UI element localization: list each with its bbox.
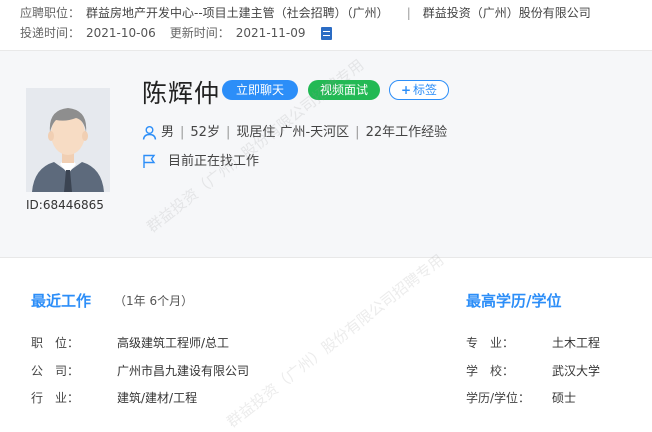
row-value: 武汉大学 bbox=[552, 364, 601, 378]
position-value[interactable]: 群益房地产开发中心--项目土建主管（社会招聘）（广州） bbox=[86, 6, 389, 20]
avatar bbox=[26, 88, 110, 192]
updated-date: 2021-11-09 bbox=[235, 26, 306, 40]
row-value: 硕士 bbox=[552, 391, 577, 405]
tag-label: 标签 bbox=[413, 83, 438, 97]
add-tag-button[interactable]: + 标签 bbox=[389, 80, 449, 100]
resume-icon[interactable] bbox=[321, 27, 333, 40]
experience: 22年工作经验 bbox=[365, 125, 448, 140]
chat-now-button[interactable]: 立即聊天 bbox=[222, 80, 298, 100]
row-value: 土木工程 bbox=[552, 336, 601, 350]
applied-date: 2021-10-06 bbox=[86, 26, 156, 40]
candidate-id: ID:68446865 bbox=[26, 198, 104, 212]
row-label: 公 司： bbox=[31, 364, 80, 378]
age: 52岁 bbox=[190, 125, 220, 140]
candidate-name: 陈辉仲 bbox=[142, 79, 221, 108]
updated-label: 更新时间： bbox=[169, 26, 230, 40]
row-label: 学历/学位： bbox=[466, 391, 531, 405]
recent-work-title: 最近工作 bbox=[31, 292, 92, 310]
row-value: 高级建筑工程师/总工 bbox=[117, 336, 230, 350]
row-label: 学 校： bbox=[466, 364, 515, 378]
row-label: 专 业： bbox=[466, 336, 515, 350]
company-name: 群益投资（广州）股份有限公司 bbox=[422, 6, 591, 20]
row-label: 行 业： bbox=[31, 391, 80, 405]
residence: 现居住 广州-天河区 bbox=[236, 125, 350, 140]
plus-icon: + bbox=[400, 83, 412, 97]
candidate-meta: 男 | 52岁 | 现居住 广州-天河区 | 22年工作经验 bbox=[142, 121, 447, 140]
education-title: 最高学历/学位 bbox=[466, 292, 562, 310]
row-value: 建筑/建材/工程 bbox=[117, 391, 198, 405]
profile-panel: ID:68446865 陈辉仲 立即聊天 视频面试 + 标签 男 | 52岁 | 现居住 … bbox=[0, 51, 652, 258]
row-label: 职 位： bbox=[31, 336, 80, 350]
gender: 男 bbox=[161, 125, 175, 140]
details-panel: 最近工作 （1年 6个月） 职 位： 高级建筑工程师/总工 公 司： 广州市昌九… bbox=[0, 258, 652, 417]
position-line: 应聘职位： 群益房地产开发中心--项目土建主管（社会招聘）（广州） | 群益投资（广州… bbox=[20, 4, 591, 21]
applied-label: 投递时间： bbox=[20, 26, 81, 40]
video-interview-button[interactable]: 视频面试 bbox=[308, 80, 380, 100]
person-icon bbox=[142, 126, 157, 140]
job-status: 目前正在找工作 bbox=[142, 150, 259, 169]
recent-work-duration: （1年 6个月） bbox=[114, 294, 194, 308]
separator: | bbox=[406, 6, 411, 20]
position-label: 应聘职位： bbox=[20, 6, 81, 20]
flag-icon bbox=[143, 154, 156, 168]
row-value: 广州市昌九建设有限公司 bbox=[117, 364, 250, 378]
dates-line: 投递时间： 2021-10-06 更新时间： 2021-11-09 bbox=[20, 24, 333, 41]
status-text: 目前正在找工作 bbox=[168, 154, 260, 169]
application-header: 应聘职位： 群益房地产开发中心--项目土建主管（社会招聘）（广州） | 群益投资（广州… bbox=[0, 0, 652, 51]
